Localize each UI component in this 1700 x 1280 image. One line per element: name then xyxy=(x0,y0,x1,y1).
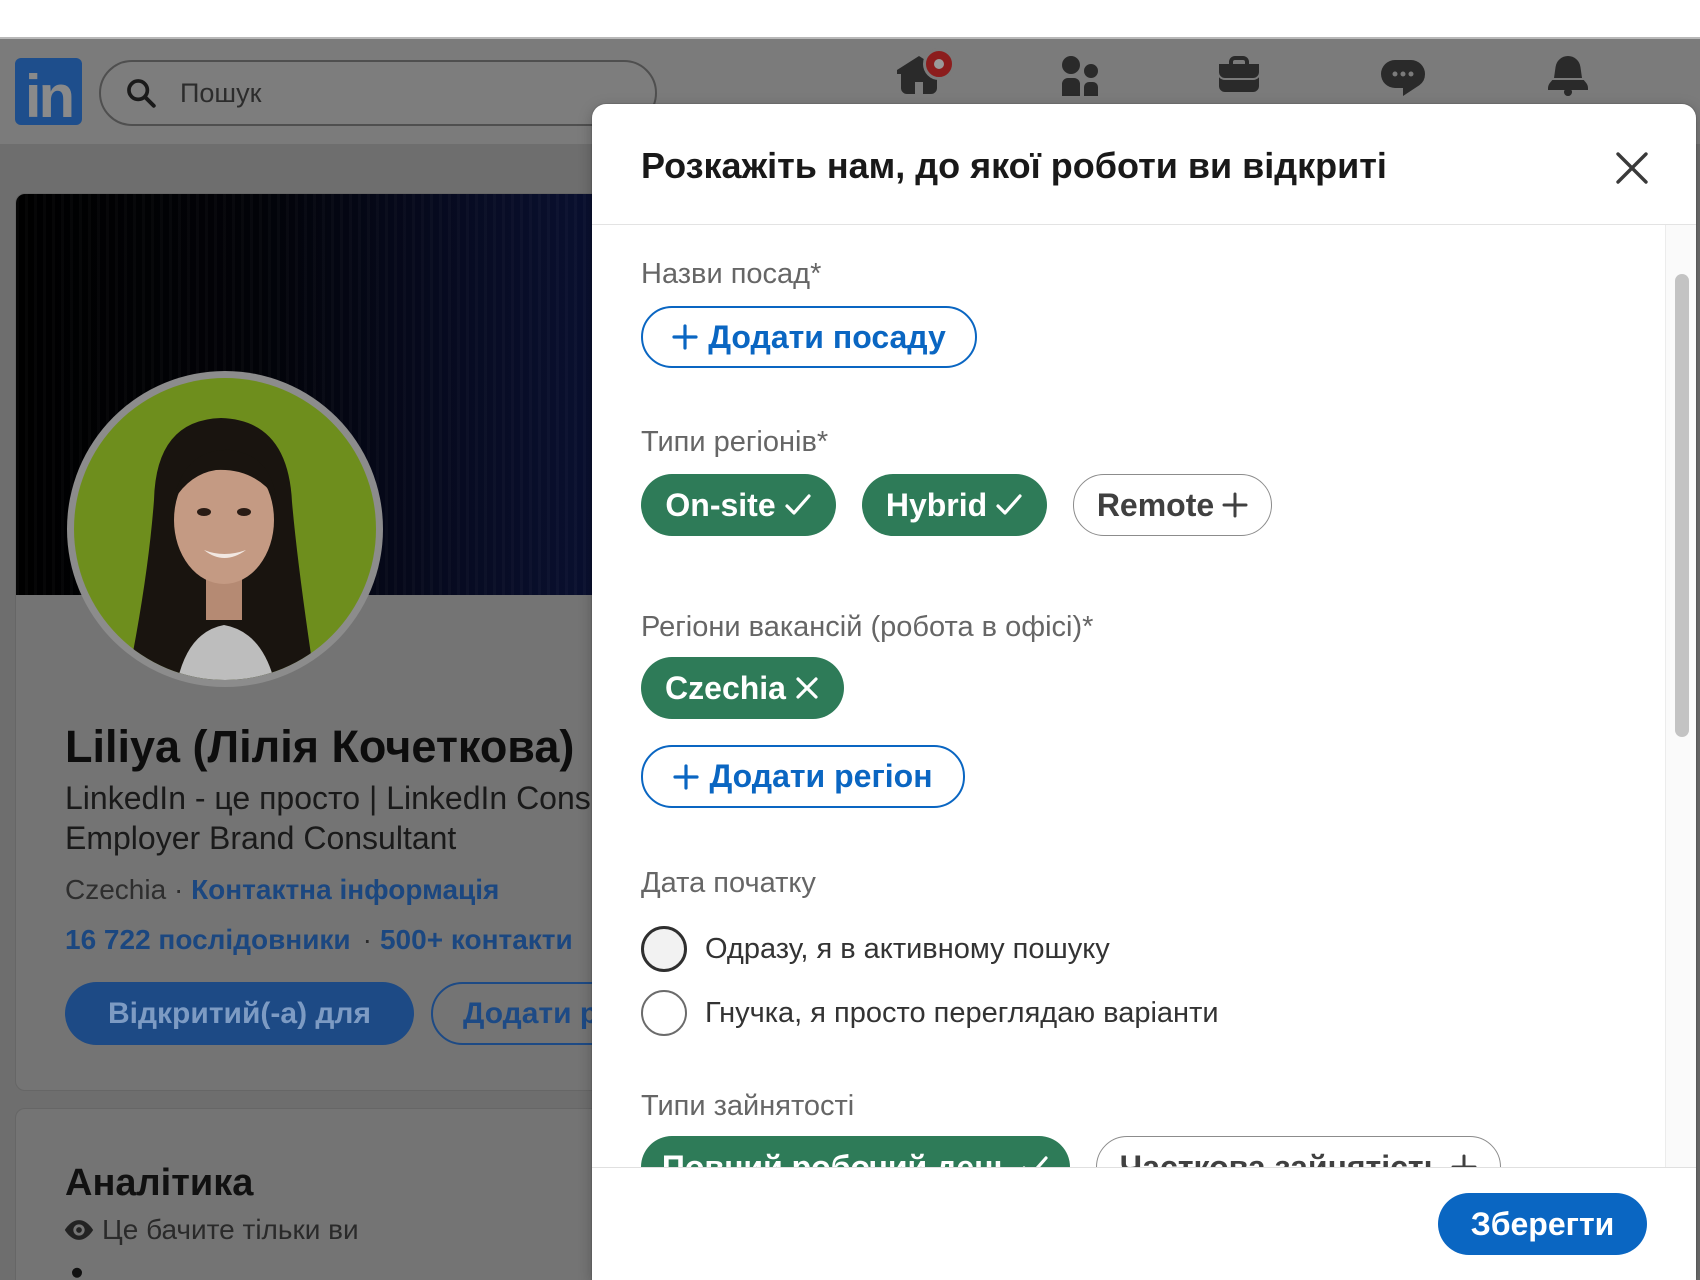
chip-full-time[interactable]: Повний робочий день xyxy=(641,1136,1070,1167)
start-date-option-immediately[interactable]: Одразу, я в активному пошуку xyxy=(641,926,1110,972)
radio-label: Одразу, я в активному пошуку xyxy=(705,933,1110,965)
scrollbar-thumb[interactable] xyxy=(1675,274,1689,737)
chip-czechia[interactable]: Czechia xyxy=(641,657,844,719)
add-job-title-label: Додати посаду xyxy=(708,318,946,355)
browser-top-strip xyxy=(0,0,1700,39)
chip-label: Часткова зайнятість xyxy=(1119,1148,1444,1168)
dialog-title: Розкажіть нам, до якої роботи ви відкрит… xyxy=(641,145,1387,186)
close-icon xyxy=(1615,151,1649,185)
start-date-option-flexible[interactable]: Гнучка, я просто переглядаю варіанти xyxy=(641,990,1219,1036)
add-job-title-button[interactable]: Додати посаду xyxy=(641,306,977,368)
job-titles-label: Назви посад* xyxy=(641,258,822,290)
chip-label: Hybrid xyxy=(885,486,988,523)
start-date-label: Дата початку xyxy=(641,867,816,899)
chip-label: Czechia xyxy=(665,669,786,706)
footer-divider xyxy=(592,1167,1696,1168)
chip-on-site[interactable]: On-site xyxy=(641,474,836,536)
chip-label: Remote xyxy=(1096,486,1215,523)
location-types-label: Типи регіонів* xyxy=(641,426,829,458)
radio-label: Гнучка, я просто переглядаю варіанти xyxy=(705,997,1219,1029)
employment-types-label: Типи зайнятості xyxy=(641,1090,855,1122)
chip-remote[interactable]: Remote xyxy=(1073,474,1272,536)
chip-label: Повний робочий день xyxy=(661,1148,1014,1168)
open-to-work-dialog: Розкажіть нам, до якої роботи ви відкрит… xyxy=(592,104,1696,1280)
add-location-label: Додати регіон xyxy=(709,758,933,794)
plus-icon xyxy=(1451,1154,1477,1167)
radio-button[interactable] xyxy=(641,990,687,1036)
chip-part-time[interactable]: Часткова зайнятість xyxy=(1096,1136,1501,1167)
check-icon xyxy=(1021,1153,1049,1167)
close-button[interactable] xyxy=(1608,144,1656,192)
plus-icon xyxy=(672,324,698,350)
plus-icon xyxy=(673,763,700,790)
save-button[interactable]: Зберегти xyxy=(1438,1193,1647,1255)
chip-hybrid[interactable]: Hybrid xyxy=(862,474,1047,536)
plus-icon xyxy=(1222,492,1248,518)
chip-label: On-site xyxy=(665,486,776,523)
dialog-scroll-area[interactable]: Назви посад* Додати посаду Типи регіонів… xyxy=(592,225,1696,1167)
remove-icon[interactable] xyxy=(794,675,820,701)
radio-button[interactable] xyxy=(641,926,687,972)
check-icon xyxy=(995,491,1023,519)
locations-label: Регіони вакансій (робота в офісі)* xyxy=(641,611,1094,643)
check-icon xyxy=(784,491,812,519)
add-location-button[interactable]: Додати регіон xyxy=(641,745,965,808)
